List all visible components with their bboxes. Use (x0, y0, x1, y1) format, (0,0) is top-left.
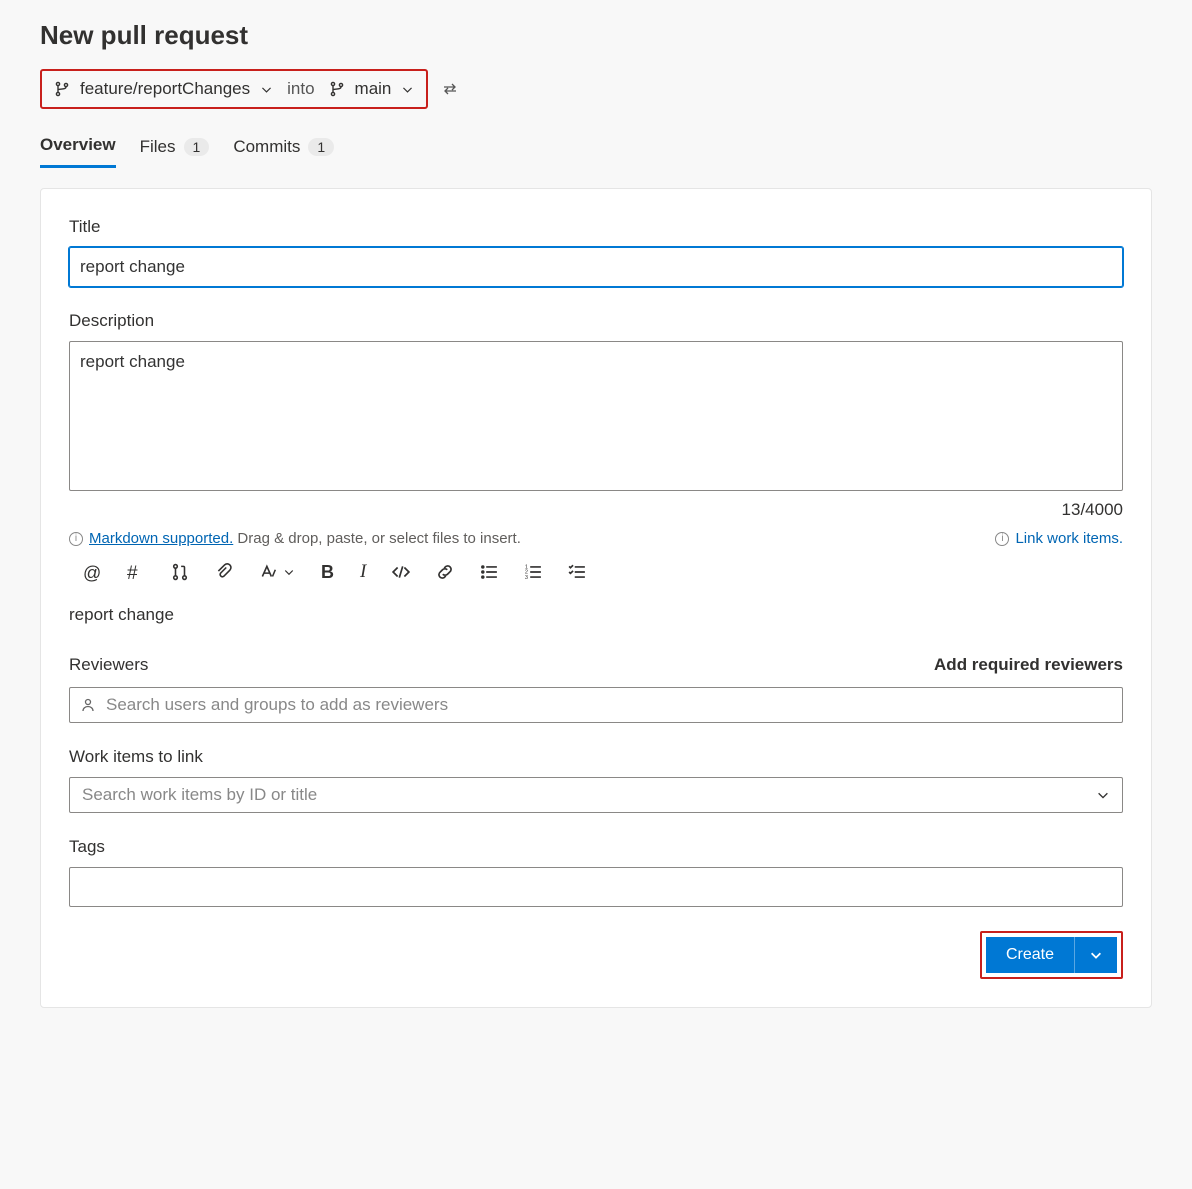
info-icon: i (69, 532, 83, 546)
into-label: into (287, 79, 314, 99)
editor-toolbar: @ # B I 123 (69, 561, 1123, 583)
create-button-dropdown[interactable] (1075, 937, 1117, 973)
title-input[interactable] (69, 247, 1123, 287)
chevron-down-icon (1096, 788, 1110, 802)
tags-input[interactable] (69, 867, 1123, 907)
form-footer: Create (69, 931, 1123, 979)
branch-selector-row: feature/reportChanges into main (40, 69, 1152, 109)
tabs: Overview Files 1 Commits 1 (40, 129, 1152, 168)
tab-label: Overview (40, 135, 116, 155)
description-textarea[interactable] (69, 341, 1123, 491)
code-icon[interactable] (392, 563, 410, 581)
target-branch-selector[interactable]: main (329, 79, 415, 99)
branch-icon (54, 81, 70, 97)
info-icon: i (995, 532, 1009, 546)
numbered-list-icon[interactable]: 123 (524, 563, 542, 581)
bold-icon[interactable]: B (321, 562, 334, 583)
create-button[interactable]: Create (986, 937, 1075, 973)
drag-hint: Drag & drop, paste, or select files to i… (233, 530, 521, 547)
person-icon (80, 697, 96, 713)
link-work-items-link[interactable]: Link work items. (1015, 530, 1123, 547)
work-items-label: Work items to link (69, 747, 1123, 767)
tab-files[interactable]: Files 1 (140, 129, 210, 168)
swap-branches-icon[interactable] (442, 81, 458, 97)
add-required-reviewers-link[interactable]: Add required reviewers (934, 655, 1123, 675)
chevron-down-icon (1089, 948, 1103, 962)
mention-icon[interactable]: @ (83, 563, 101, 581)
chevron-down-icon (260, 83, 273, 96)
reviewers-input-wrap[interactable] (69, 687, 1123, 723)
tags-label: Tags (69, 837, 1123, 857)
page-title: New pull request (40, 20, 1152, 51)
source-branch-name: feature/reportChanges (80, 79, 250, 99)
create-button-highlight: Create (980, 931, 1123, 979)
work-items-dropdown[interactable] (69, 777, 1123, 813)
char-count: 13/4000 (69, 500, 1123, 520)
chevron-down-icon[interactable] (283, 566, 295, 578)
reviewers-field: Reviewers Add required reviewers (69, 655, 1123, 723)
description-helper-row: i Markdown supported. Drag & drop, paste… (69, 530, 1123, 547)
chevron-down-icon (401, 83, 414, 96)
tab-overview[interactable]: Overview (40, 129, 116, 168)
title-label: Title (69, 217, 1123, 237)
markdown-supported-link[interactable]: Markdown supported. (89, 530, 233, 547)
link-icon[interactable] (436, 563, 454, 581)
source-branch-selector[interactable]: feature/reportChanges (54, 79, 273, 99)
tags-field: Tags (69, 837, 1123, 907)
branch-selector-highlight: feature/reportChanges into main (40, 69, 428, 109)
attachment-icon[interactable] (215, 563, 233, 581)
work-items-input[interactable] (82, 785, 1096, 805)
tab-files-badge: 1 (184, 138, 210, 156)
description-label: Description (69, 311, 1123, 331)
text-style-icon[interactable] (259, 563, 277, 581)
branch-icon (329, 81, 345, 97)
form-panel: Title Description 13/4000 i Markdown sup… (40, 188, 1152, 1008)
work-items-field: Work items to link (69, 747, 1123, 813)
italic-icon[interactable]: I (360, 561, 366, 583)
reviewers-label: Reviewers (69, 655, 148, 675)
pr-icon[interactable] (171, 563, 189, 581)
tab-label: Commits (233, 137, 300, 157)
description-preview: report change (69, 605, 1123, 625)
checklist-icon[interactable] (568, 563, 586, 581)
tab-commits[interactable]: Commits 1 (233, 129, 334, 168)
target-branch-name: main (355, 79, 392, 99)
description-field: Description 13/4000 i Markdown supported… (69, 311, 1123, 625)
bullet-list-icon[interactable] (480, 563, 498, 581)
tab-label: Files (140, 137, 176, 157)
reviewers-input[interactable] (106, 695, 1112, 715)
svg-text:3: 3 (525, 575, 528, 581)
tab-commits-badge: 1 (308, 138, 334, 156)
hash-icon[interactable]: # (127, 563, 145, 581)
title-field: Title (69, 217, 1123, 287)
